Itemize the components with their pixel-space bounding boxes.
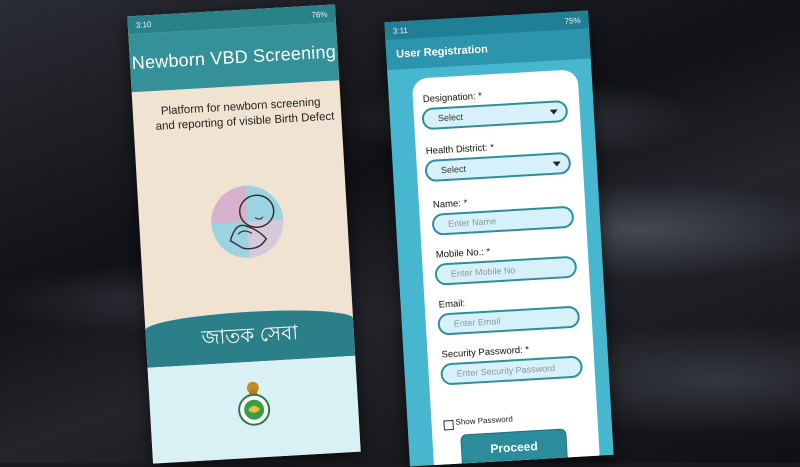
status-time: 3:11 bbox=[392, 25, 409, 36]
registration-form: Designation: * Select Health District: *… bbox=[411, 69, 601, 467]
status-time: 3:10 bbox=[135, 19, 152, 30]
mobile-input[interactable]: Enter Mobile No bbox=[434, 255, 578, 286]
government-emblem-icon bbox=[238, 381, 271, 426]
name-label: Name: * bbox=[432, 197, 468, 211]
newborn-illustration bbox=[211, 185, 284, 258]
proceed-label: Proceed bbox=[490, 439, 539, 456]
email-input[interactable]: Enter Email bbox=[437, 305, 581, 336]
designation-label: Designation: * bbox=[422, 90, 483, 106]
password-input[interactable]: Enter Security Password bbox=[440, 355, 584, 386]
splash-screen: 3:10 76% Newborn VBD Screening Platform … bbox=[127, 4, 361, 464]
registration-screen: 3:11 75% User Registration Designation: … bbox=[384, 10, 614, 467]
email-label: Email: bbox=[438, 298, 466, 311]
district-label: Health District: * bbox=[425, 142, 495, 158]
tagline: Platform for newborn screening and repor… bbox=[154, 95, 334, 135]
name-placeholder: Enter Name bbox=[447, 216, 497, 229]
status-battery: 75% bbox=[564, 15, 581, 26]
app-title: Newborn VBD Screening bbox=[131, 40, 337, 73]
email-placeholder: Enter Email bbox=[453, 316, 501, 329]
name-input[interactable]: Enter Name bbox=[431, 205, 575, 236]
district-value: Select bbox=[440, 163, 467, 176]
mobile-placeholder: Enter Mobile No bbox=[450, 265, 516, 279]
chevron-down-icon bbox=[549, 109, 558, 115]
emblem-area bbox=[147, 355, 361, 464]
designation-select[interactable]: Select bbox=[421, 99, 569, 131]
status-battery: 76% bbox=[311, 9, 328, 20]
password-placeholder: Enter Security Password bbox=[456, 362, 556, 379]
designation-value: Select bbox=[437, 111, 464, 124]
banner-text: জাতক সেবা bbox=[201, 321, 299, 350]
screen-title: User Registration bbox=[395, 43, 489, 61]
show-password-label: Show Password bbox=[455, 414, 514, 427]
mobile-label: Mobile No.: * bbox=[435, 246, 491, 261]
splash-content: Platform for newborn screening and repor… bbox=[132, 80, 353, 332]
chevron-down-icon bbox=[552, 161, 561, 167]
district-select[interactable]: Select bbox=[424, 151, 572, 183]
password-label: Security Password: * bbox=[441, 344, 530, 361]
show-password-checkbox[interactable] bbox=[443, 419, 454, 431]
